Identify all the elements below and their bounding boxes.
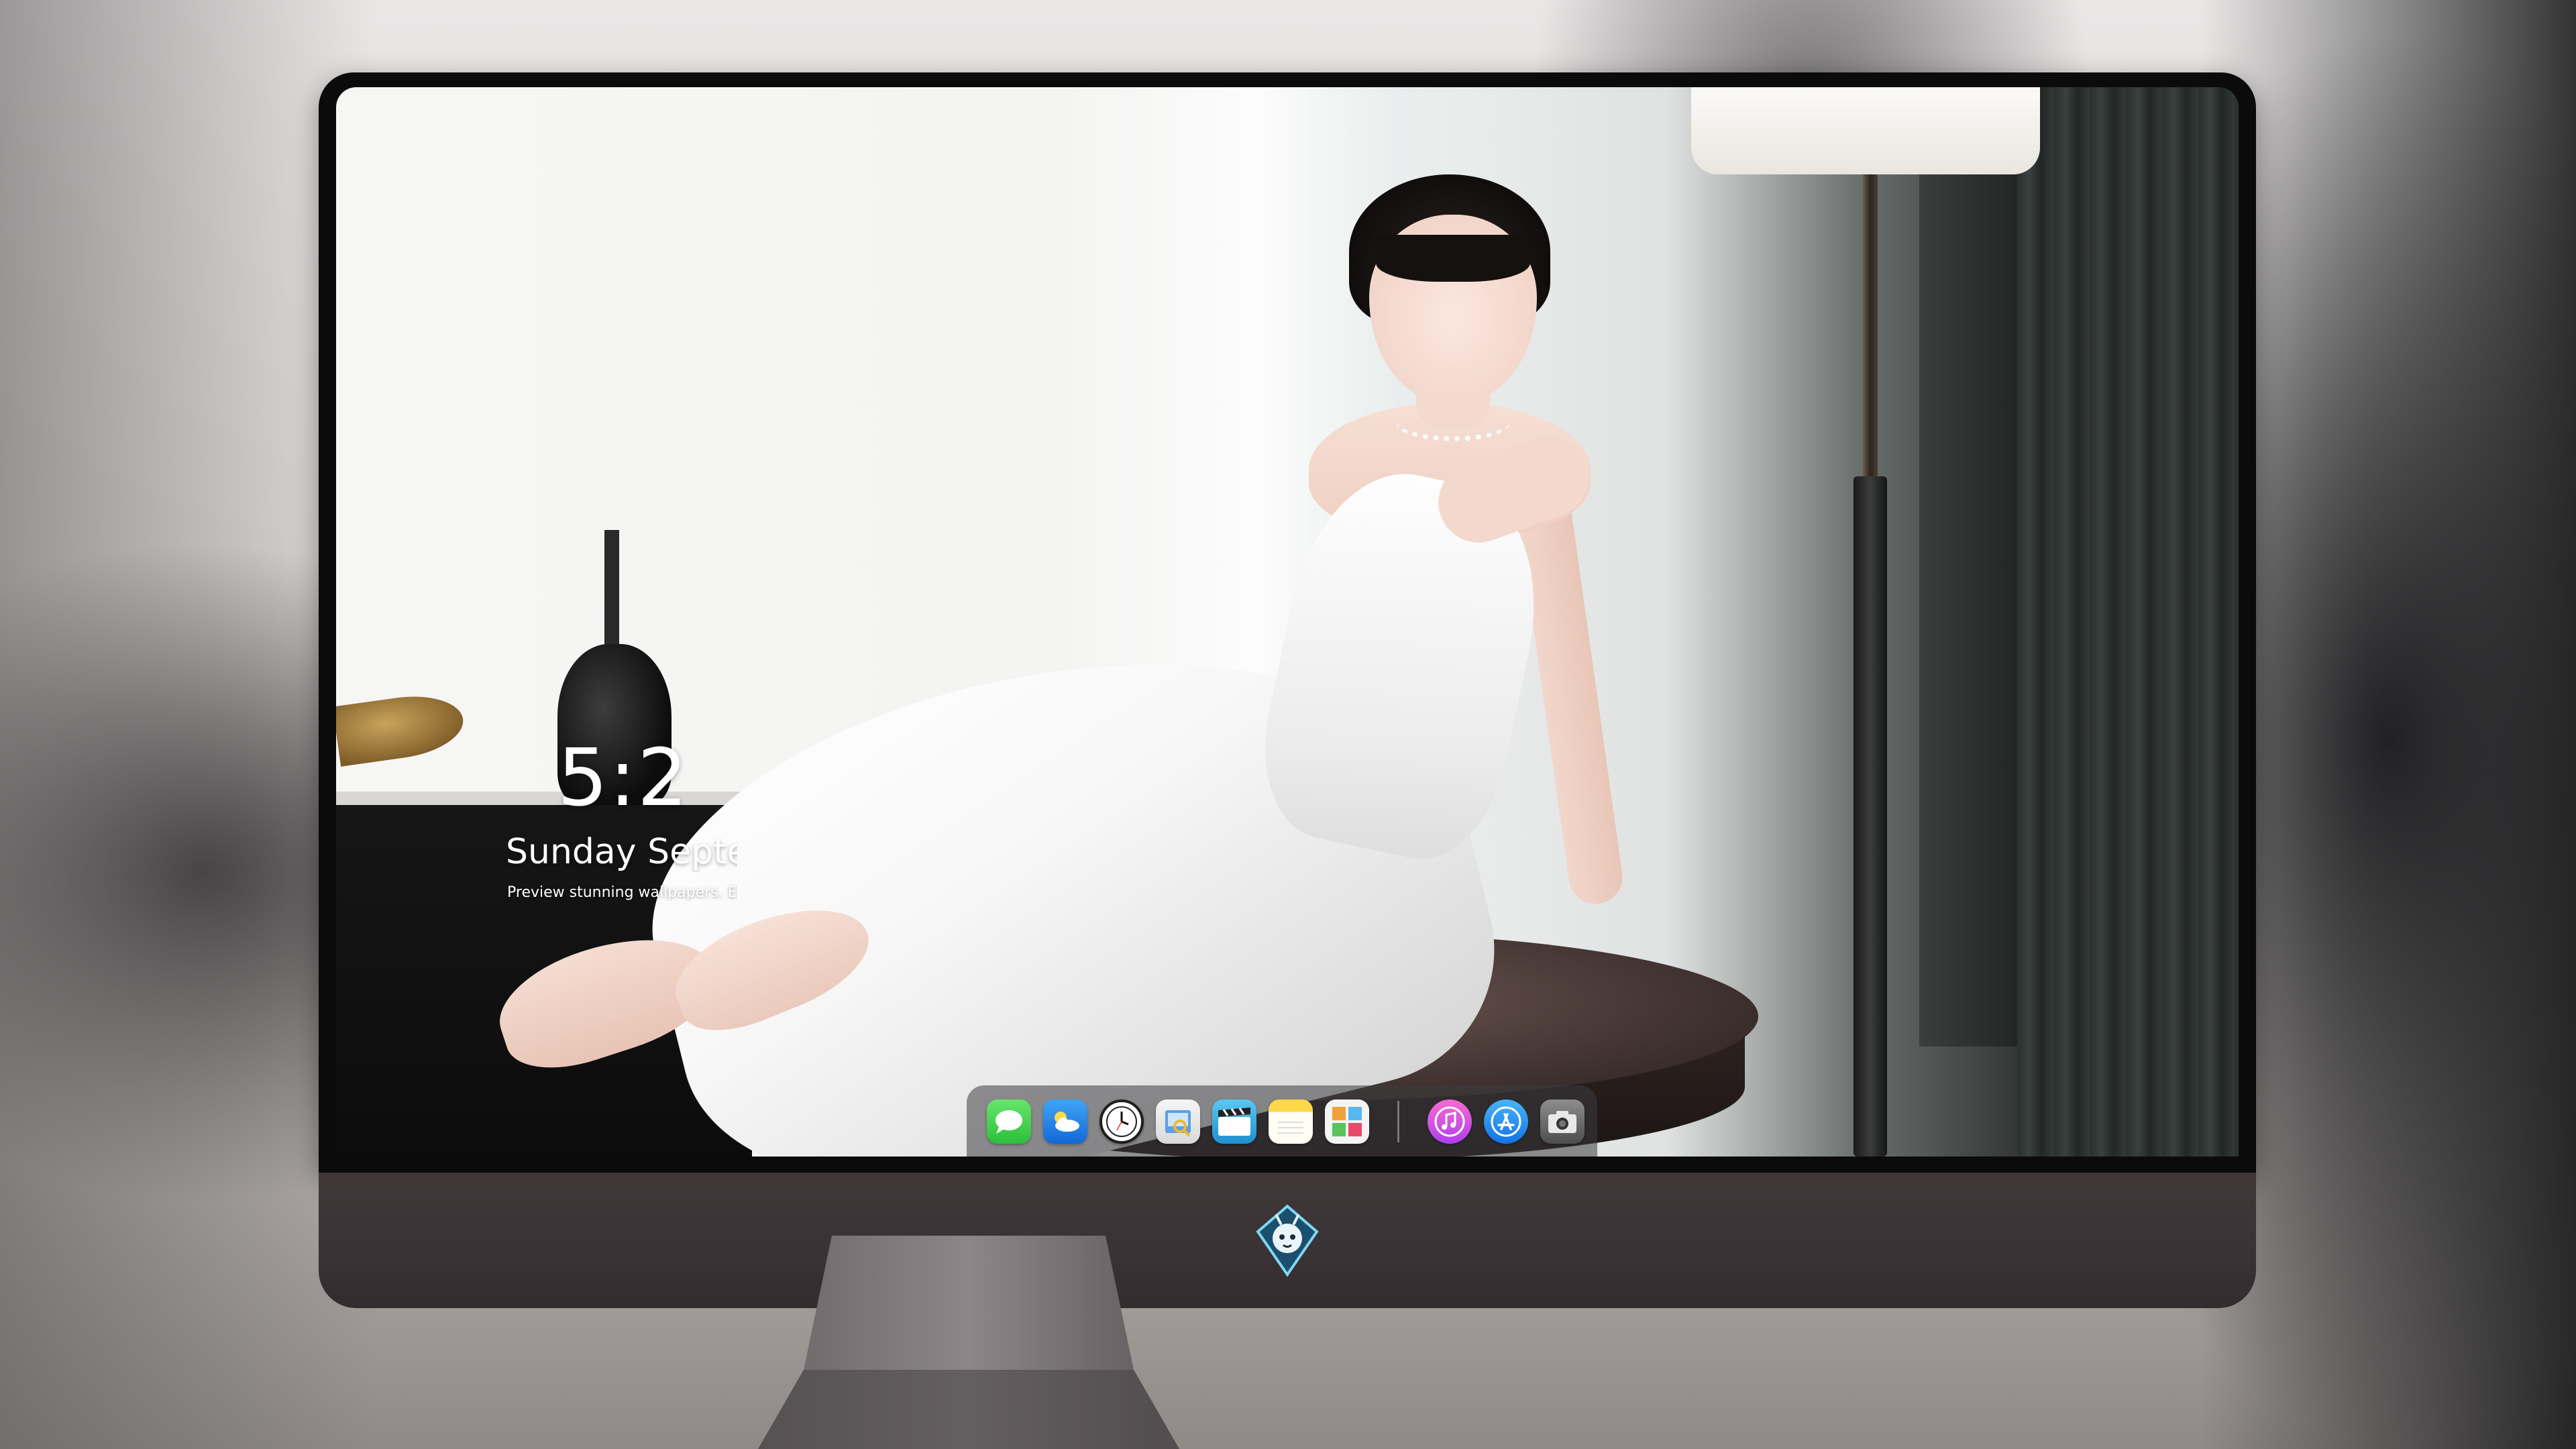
wallpaper-vase-neck — [604, 530, 619, 657]
blurred-background: 5:2 Sunday Septe Preview stunning wallpa… — [0, 0, 2576, 1449]
background-blur-right — [2200, 0, 2576, 1449]
wallpaper-dark-panel — [1919, 148, 2033, 1046]
weather-icon[interactable] — [1043, 1099, 1087, 1144]
wallpaper-lamp-shade — [1691, 87, 2040, 174]
monitor-stand — [758, 1236, 1179, 1449]
wallpaper-lamp-base — [1854, 476, 1887, 1157]
notes-lines-glyph — [1278, 1122, 1303, 1134]
weather-glyph — [1055, 1112, 1079, 1132]
camera-glyph — [1548, 1111, 1576, 1133]
photo-grid-glyph — [1332, 1107, 1362, 1136]
photo-grid-icon[interactable] — [1325, 1099, 1369, 1144]
clock-icon[interactable] — [1099, 1099, 1144, 1144]
wallpaper-curtain — [2017, 87, 2239, 1157]
wallpaper-bangs — [1376, 235, 1530, 282]
wallpaper-bowl — [336, 689, 468, 767]
preview-glyph — [1165, 1110, 1191, 1137]
logo-glyph — [1256, 1204, 1319, 1277]
lock-screen-date: Sunday Septe — [506, 832, 737, 872]
messages-bubble-glyph — [996, 1110, 1022, 1134]
clips-icon[interactable] — [1212, 1099, 1256, 1144]
clock-face-glyph — [1106, 1106, 1137, 1137]
notes-icon[interactable] — [1269, 1099, 1313, 1144]
camera-icon[interactable] — [1540, 1099, 1585, 1144]
app-store-icon[interactable] — [1484, 1099, 1528, 1144]
screen[interactable]: 5:2 Sunday Septe Preview stunning wallpa… — [336, 87, 2239, 1157]
lock-screen-caption: Preview stunning wallpapers. Elev — [507, 884, 737, 901]
music-icon[interactable] — [1428, 1099, 1472, 1144]
wallpaper-necklace — [1396, 402, 1510, 441]
music-note-glyph — [1434, 1106, 1465, 1137]
dock — [967, 1085, 1597, 1157]
dragon-mascot-logo — [1254, 1203, 1321, 1277]
messages-icon[interactable] — [987, 1099, 1031, 1144]
monitor: 5:2 Sunday Septe Preview stunning wallpa… — [319, 72, 2256, 1308]
app-store-glyph — [1491, 1106, 1521, 1137]
lock-screen-time: 5:2 — [557, 731, 689, 824]
clapperboard-glyph — [1218, 1108, 1250, 1136]
preview-icon[interactable] — [1156, 1099, 1200, 1144]
dock-separator — [1397, 1101, 1399, 1142]
